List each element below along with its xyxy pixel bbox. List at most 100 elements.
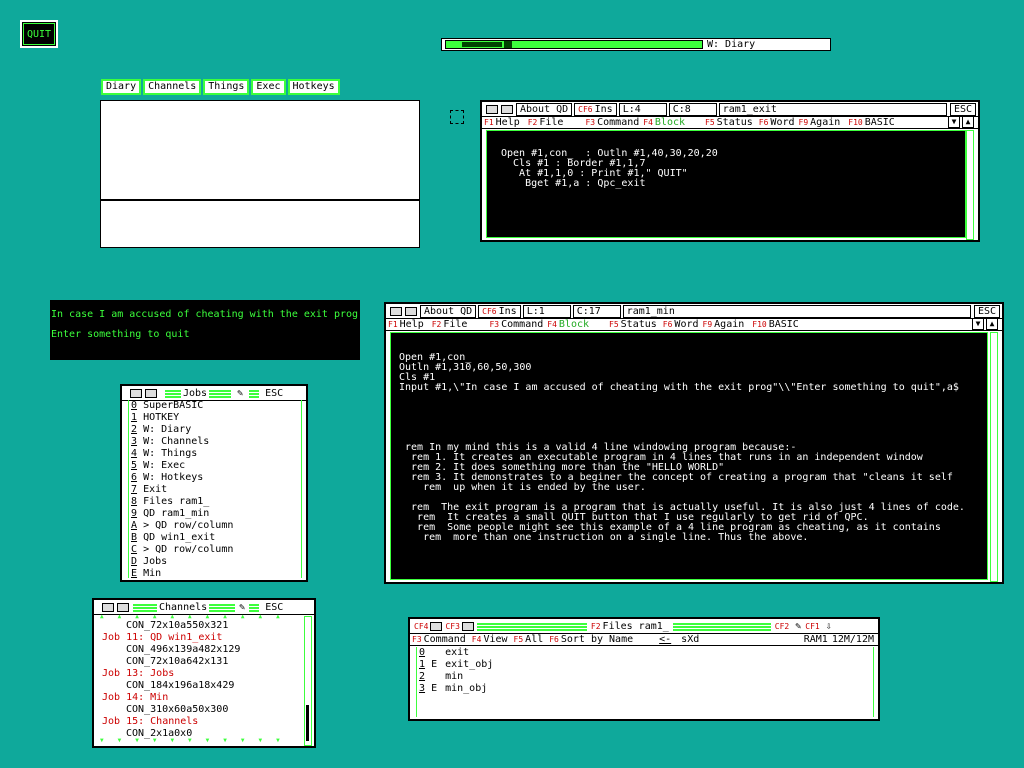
menu-block[interactable]: F4 Block (643, 117, 685, 128)
list-item[interactable]: B QD win1_exit (131, 532, 301, 544)
editor-window-min[interactable]: About QD CF6 Ins L:1 C:17 ram1_min ESC F1… (384, 302, 1004, 584)
menu-help[interactable]: F1 Help (484, 117, 520, 128)
menu-command[interactable]: F3 Command (585, 117, 639, 128)
list-item[interactable]: CON_310x60a50x300 (102, 704, 302, 716)
esc-button[interactable]: ESC (949, 102, 976, 116)
list-item[interactable]: CON_72x10a642x131 (102, 656, 302, 668)
editor-window-exit[interactable]: About QD CF6 Ins L:4 C:8 ram1_exit ESC F1… (480, 100, 980, 242)
menu-all[interactable]: F5 All (514, 634, 544, 645)
menu-file[interactable]: F2 File (528, 117, 564, 128)
list-item[interactable]: Job 13: Jobs (102, 668, 302, 680)
menu-basic[interactable]: F10 BASIC (752, 319, 799, 330)
channels-scroll-bottom[interactable]: ▼▼▼▼▼▼▼▼▼▼▼ (100, 738, 304, 744)
window-move-icon[interactable] (390, 306, 402, 316)
list-item[interactable]: 0 SuperBASIC (131, 400, 301, 412)
window-resize-icon[interactable] (461, 621, 474, 631)
list-item[interactable]: 3 E min_obj (419, 683, 873, 695)
back-button[interactable]: <- (659, 634, 671, 645)
selection-icon[interactable] (450, 110, 464, 124)
line-indicator: L:1 (522, 304, 571, 318)
list-item[interactable]: CON_184x196a18x429 (102, 680, 302, 692)
list-item[interactable]: 1 HOTKEY (131, 412, 301, 424)
menu-channels-label: Channels (148, 81, 197, 92)
list-item[interactable]: CON_72x10a550x321 (102, 620, 302, 632)
window-resize-icon[interactable] (117, 602, 129, 612)
list-item[interactable]: D Jobs (131, 556, 301, 568)
menu-help[interactable]: F1 Help (388, 319, 424, 330)
diary-title-bar[interactable]: W: Diary (441, 38, 831, 51)
scroll-down-icon[interactable]: ▼ (948, 116, 960, 128)
list-item[interactable]: 2 min (419, 671, 873, 683)
list-item[interactable]: E Min (131, 568, 301, 580)
about-qd-button[interactable]: About QD (420, 304, 477, 318)
list-item[interactable]: 2 W: Diary (131, 424, 301, 436)
menu-file[interactable]: F2 File (432, 319, 468, 330)
menu-block[interactable]: F4 Block (547, 319, 589, 330)
menu-diary[interactable]: Diary (101, 79, 142, 95)
channels-scrollbar[interactable] (304, 616, 312, 746)
editor2-text[interactable]: Open #1,con_ Outln #1,310,60,50,300 Cls … (390, 332, 988, 580)
wake-icon[interactable]: ✎ (239, 602, 245, 613)
scroll-up-icon[interactable]: ▲ (986, 318, 998, 330)
list-item[interactable]: 4 W: Things (131, 448, 301, 460)
list-item[interactable]: C > QD row/column (131, 544, 301, 556)
menu-basic[interactable]: F10 BASIC (848, 117, 895, 128)
menu-exec[interactable]: Exec (251, 79, 286, 95)
list-item[interactable]: 9 QD ram1_min (131, 508, 301, 520)
list-item[interactable]: 3 W: Channels (131, 436, 301, 448)
menu-status[interactable]: F5 Status (609, 319, 657, 330)
down-arrow-icon[interactable]: ⇩ (826, 621, 832, 632)
menu-again[interactable]: F9 Again (799, 117, 841, 128)
filename-field[interactable]: ram1_min (622, 304, 971, 318)
list-item[interactable]: 6 W: Hotkeys (131, 472, 301, 484)
menu-things[interactable]: Things (203, 79, 250, 95)
wake-icon[interactable]: ✎ (795, 621, 801, 632)
menu-view[interactable]: F4 View (472, 634, 508, 645)
channels-window[interactable]: Channels ✎ ESC ▲▲▲▲▲▲▲▲▲▲▲ CON_72x10a550… (92, 598, 316, 748)
list-item[interactable]: 8 Files ram1_ (131, 496, 301, 508)
list-item[interactable]: Job 11: QD win1_exit (102, 632, 302, 644)
wake-icon[interactable]: ✎ (237, 388, 243, 399)
menu-word[interactable]: F6 Word (759, 117, 795, 128)
about-qd-button[interactable]: About QD (516, 102, 573, 116)
menu-status[interactable]: F5 Status (705, 117, 753, 128)
list-item[interactable]: 1 E exit_obj (419, 659, 873, 671)
scroll-down-icon[interactable]: ▼ (972, 318, 984, 330)
editor1-text[interactable]: Open #1,con_ : Outln #1,40,30,20,20 Cls … (486, 130, 966, 238)
filename-field[interactable]: ram1_exit (718, 102, 947, 116)
editor2-scrollbar[interactable] (990, 332, 998, 582)
menu-hotkeys[interactable]: Hotkeys (287, 79, 340, 95)
list-item[interactable]: A > QD row/column (131, 520, 301, 532)
window-move-icon[interactable] (430, 621, 443, 631)
list-item[interactable]: CON_496x139a482x129 (102, 644, 302, 656)
window-move-icon[interactable] (102, 602, 114, 612)
insert-mode-toggle[interactable]: CF6 Ins (478, 304, 521, 318)
menu-command[interactable]: F3 Command (489, 319, 543, 330)
list-item[interactable]: Job 14: Min (102, 692, 302, 704)
window-resize-icon[interactable] (145, 388, 157, 398)
scroll-up-icon[interactable]: ▲ (962, 116, 974, 128)
menu-channels[interactable]: Channels (143, 79, 202, 95)
window-resize-icon[interactable] (405, 306, 417, 316)
insert-mode-toggle[interactable]: CF6 Ins (574, 102, 617, 116)
list-item[interactable]: 5 W: Exec (131, 460, 301, 472)
list-item[interactable]: 0 exit (419, 647, 873, 659)
sxd-button[interactable]: sXd (681, 634, 699, 645)
window-move-icon[interactable] (486, 104, 498, 114)
menu-word[interactable]: F6 Word (663, 319, 699, 330)
list-item[interactable]: 7 Exit (131, 484, 301, 496)
window-move-icon[interactable] (130, 388, 142, 398)
menu-again[interactable]: F9 Again (703, 319, 745, 330)
quit-button[interactable]: QUIT (20, 20, 58, 48)
list-item[interactable]: Job 15: Channels (102, 716, 302, 728)
menu-sort[interactable]: F6 Sort by Name (549, 634, 633, 645)
editor1-scrollbar[interactable] (966, 130, 974, 240)
channels-esc[interactable]: ESC (265, 602, 283, 613)
diary-window[interactable] (100, 100, 420, 248)
menu-command[interactable]: F3 Command (412, 634, 466, 645)
esc-button[interactable]: ESC (973, 304, 1000, 318)
jobs-window[interactable]: Jobs ✎ ESC 0 SuperBASIC 1 HOTKEY 2 W: Di… (120, 384, 308, 582)
jobs-esc[interactable]: ESC (265, 388, 283, 399)
files-window[interactable]: CF4 CF3 F2 Files ram1_ CF2 ✎ CF1 ⇩ F3 Com… (408, 617, 880, 721)
window-resize-icon[interactable] (501, 104, 513, 114)
